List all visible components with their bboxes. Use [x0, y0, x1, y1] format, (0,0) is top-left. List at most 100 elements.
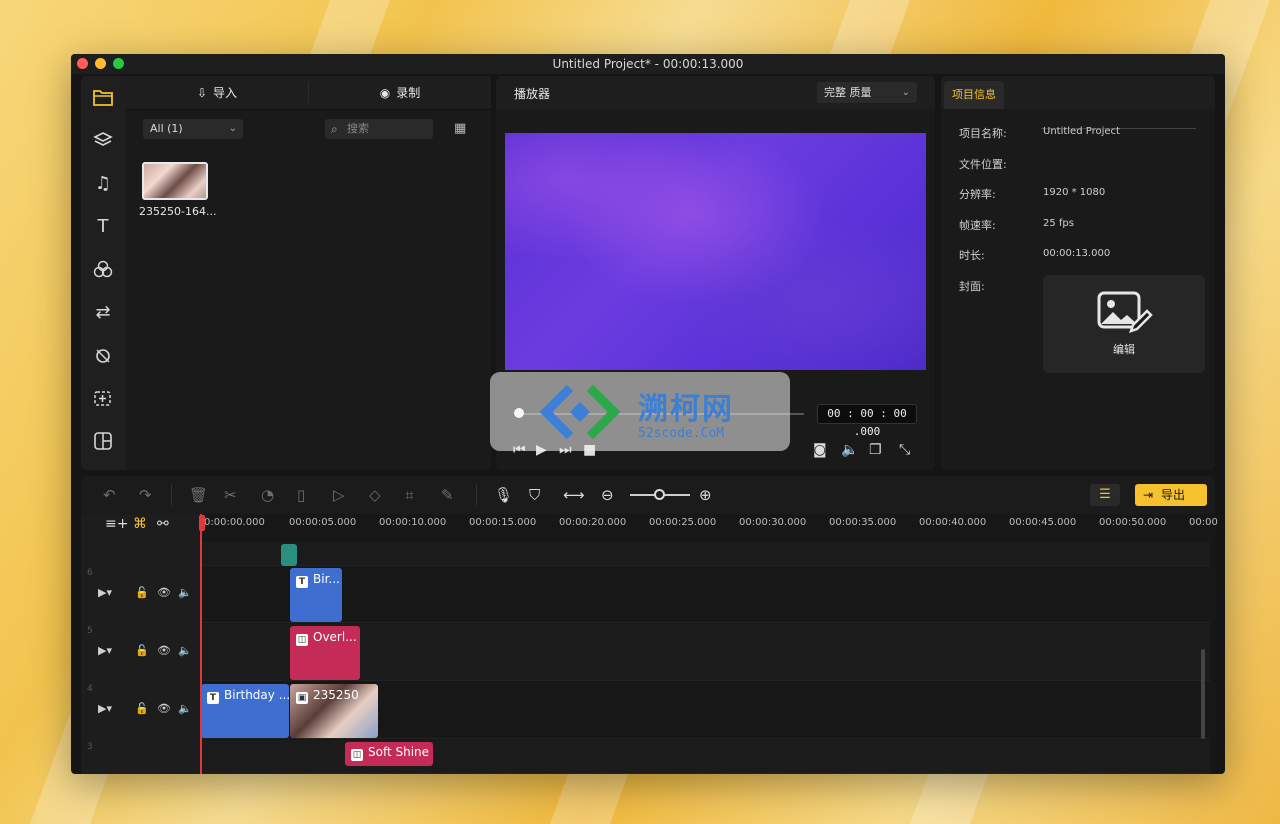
playback-icon[interactable]: ▷ — [333, 486, 345, 504]
microphone-icon[interactable]: 🎙 — [494, 486, 513, 504]
visibility-icon[interactable]: 👁 — [157, 586, 171, 599]
audio-icon[interactable]: 🔈 — [178, 702, 192, 715]
close-window-button[interactable] — [77, 58, 88, 69]
playhead-handle[interactable] — [199, 515, 205, 531]
audio-icon[interactable]: 🔈 — [178, 644, 192, 657]
image-clip[interactable]: ▣ 235250 — [290, 684, 378, 738]
fullscreen-icon[interactable]: ⤡ — [899, 442, 910, 458]
overlay-clip[interactable]: ◫ Overl... — [290, 626, 360, 680]
marker-icon[interactable]: ⛉ — [529, 486, 540, 504]
split-icon[interactable]: ▯ — [297, 486, 305, 504]
cover-edit-button[interactable]: 编辑 — [1043, 275, 1205, 373]
text-icon[interactable]: T — [91, 214, 115, 238]
watermark-subtitle: 52scode.CoM — [638, 426, 725, 441]
crop-icon[interactable]: ⌗ — [405, 486, 413, 504]
magnet-icon[interactable]: ⌘ — [133, 516, 147, 532]
effects-icon[interactable] — [91, 343, 115, 367]
chevron-down-icon: ⌄ — [228, 123, 237, 134]
timeline-lane[interactable] — [200, 542, 1210, 566]
sticker-icon[interactable] — [91, 386, 115, 410]
info-value-resolution: 1920 * 1080 — [1043, 187, 1106, 198]
screen-mode-icon[interactable]: ❐ — [869, 442, 882, 458]
filter-icon[interactable] — [91, 257, 115, 281]
quality-dropdown[interactable]: 完整 质量 ⌄ — [817, 82, 917, 103]
media-search-input[interactable]: ⌕ 搜索 — [325, 119, 433, 139]
fit-timeline-icon[interactable]: ⟷ — [563, 486, 585, 504]
timeline-scrollbar[interactable] — [1201, 649, 1205, 739]
time-ruler[interactable]: 0:00:00.000 00:00:05.000 00:00:10.000 00… — [200, 514, 1218, 542]
player-timecode: 00 : 00 : 00 .000 — [817, 404, 917, 438]
text-clip[interactable]: T Bir... — [290, 568, 342, 622]
ruler-tick: 00:00:50.000 — [1099, 517, 1167, 528]
quality-value: 完整 质量 — [824, 86, 872, 99]
zoom-slider-knob[interactable] — [654, 489, 665, 500]
import-label: 导入 — [213, 86, 238, 100]
zoom-in-icon[interactable]: ⊕ — [699, 486, 712, 504]
volume-icon[interactable]: 🔈 — [841, 442, 858, 458]
edit-icon[interactable]: ✎ — [441, 486, 454, 504]
video-preview[interactable] — [505, 133, 926, 370]
text-icon: T — [296, 576, 308, 588]
keyframe-icon[interactable]: ◇ — [369, 486, 381, 504]
undo-icon[interactable]: ↶ — [103, 486, 116, 504]
divider — [476, 485, 477, 505]
lock-icon[interactable]: 🔓 — [135, 644, 149, 657]
media-thumbnail-name: 235250-164... — [139, 205, 217, 218]
export-button[interactable]: ⇥ 导出 — [1135, 484, 1207, 506]
timeline: ≡+ ⌘ ⚯ 0:00:00.000 00:00:05.000 00:00:10… — [81, 514, 1218, 774]
tab-project-info[interactable]: 项目信息 — [944, 81, 1004, 109]
timeline-lane[interactable]: ◫ Overl... — [200, 624, 1210, 681]
timeline-settings-button[interactable]: ☰ — [1090, 484, 1120, 506]
import-button[interactable]: ⇩ 导入 — [126, 76, 308, 109]
record-label: 录制 — [396, 86, 421, 100]
media-thumbnail[interactable] — [142, 162, 208, 200]
project-info-panel: 项目信息 项目名称: Untitled Project 文件位置: 分辨率: 1… — [941, 76, 1215, 470]
track-number: 5 — [87, 626, 93, 636]
record-button[interactable]: ◉ 录制 — [309, 76, 491, 109]
timeline-toolbar: ↶ ↷ 🗑 ✂ ◔ ▯ ▷ ◇ ⌗ ✎ 🎙 ⛉ ⟷ ⊖ ⊕ ☰ ⇥ 导出 — [81, 476, 1215, 514]
layers-icon[interactable] — [91, 128, 115, 152]
track-type-icon[interactable]: ▶▾ — [98, 644, 112, 657]
track-type-icon[interactable]: ▶▾ — [98, 702, 112, 715]
timeline-lane[interactable]: ◫ Soft Shine — [200, 740, 1210, 774]
grid-view-icon[interactable]: ▦ — [454, 121, 466, 136]
sliders-icon: ☰ — [1099, 487, 1111, 502]
media-filter-value: All (1) — [150, 122, 183, 135]
audio-icon[interactable]: 🔈 — [178, 586, 192, 599]
lock-icon[interactable]: 🔓 — [135, 586, 149, 599]
title-bar: Untitled Project* - 00:00:13.000 — [71, 54, 1225, 74]
track-number: 3 — [87, 742, 93, 752]
cut-icon[interactable]: ✂ — [224, 486, 237, 504]
timeline-lane[interactable]: T Bir... — [200, 566, 1210, 623]
redo-icon[interactable]: ↷ — [139, 486, 152, 504]
visibility-icon[interactable]: 👁 — [157, 702, 171, 715]
ruler-tick: 00:00:15.000 — [469, 517, 537, 528]
template-icon[interactable] — [91, 429, 115, 453]
project-name-field[interactable]: Untitled Project — [1043, 126, 1120, 137]
transition-icon[interactable]: ⇄ — [91, 300, 115, 324]
visibility-icon[interactable]: 👁 — [157, 644, 171, 657]
ruler-tick: 00:00:35.000 — [829, 517, 897, 528]
track-controls: 6 ▶▾ 🔓 👁 🔈 — [81, 566, 200, 623]
delete-icon[interactable]: 🗑 — [189, 486, 208, 504]
minimize-window-button[interactable] — [95, 58, 106, 69]
search-icon: ⌕ — [331, 122, 338, 136]
link-icon[interactable]: ⚯ — [157, 516, 169, 532]
add-track-icon[interactable]: ≡+ — [105, 516, 128, 532]
track-type-icon[interactable]: ▶▾ — [98, 586, 112, 599]
timeline-clip[interactable] — [281, 544, 297, 566]
text-clip[interactable]: T Birthday ... — [201, 684, 289, 738]
media-folder-icon[interactable] — [91, 85, 115, 109]
track-number: 6 — [87, 568, 93, 578]
timeline-lane[interactable]: T Birthday ... ▣ 235250 — [200, 682, 1210, 739]
lock-icon[interactable]: 🔓 — [135, 702, 149, 715]
playhead[interactable] — [200, 514, 202, 774]
maximize-window-button[interactable] — [113, 58, 124, 69]
zoom-out-icon[interactable]: ⊖ — [601, 486, 614, 504]
effect-clip[interactable]: ◫ Soft Shine — [345, 742, 433, 766]
music-icon[interactable]: ♫ — [91, 171, 115, 195]
snapshot-icon[interactable]: ◙ — [813, 442, 827, 458]
media-filter-dropdown[interactable]: All (1) ⌄ — [143, 119, 243, 139]
track-number: 4 — [87, 684, 93, 694]
speed-icon[interactable]: ◔ — [261, 486, 274, 504]
